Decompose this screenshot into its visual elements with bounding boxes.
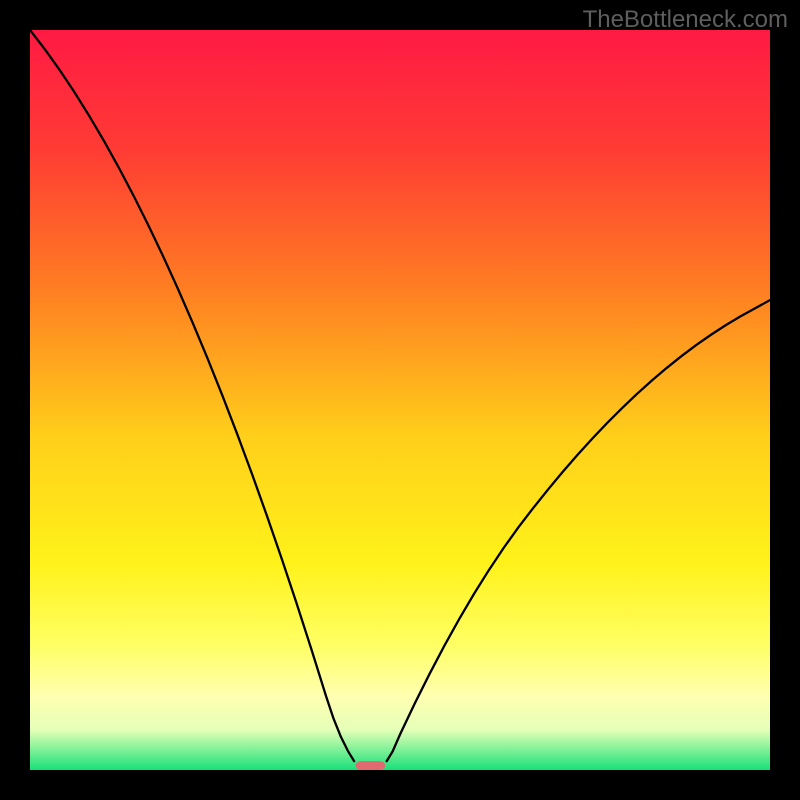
gradient-background xyxy=(30,30,770,770)
watermark-text: TheBottleneck.com xyxy=(583,6,788,34)
bottleneck-marker xyxy=(356,761,386,770)
plot-area xyxy=(30,30,770,770)
chart-container: TheBottleneck.com xyxy=(0,0,800,800)
chart-svg xyxy=(30,30,770,770)
